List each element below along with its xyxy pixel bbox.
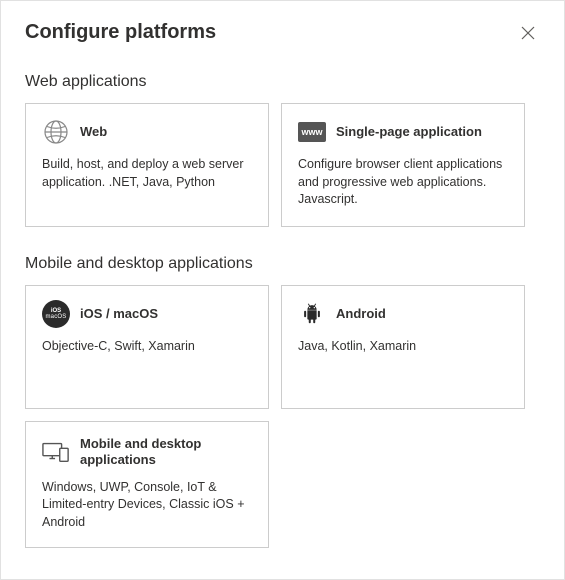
panel-header: Configure platforms — [25, 21, 540, 45]
card-title: Android — [336, 306, 386, 322]
section-mobile-desktop-applications: Mobile and desktop applications iOS macO… — [25, 255, 540, 548]
card-head: Mobile and desktop applications — [42, 436, 252, 469]
devices-icon — [42, 438, 70, 466]
platform-card-spa[interactable]: www Single-page application Configure br… — [281, 103, 525, 227]
card-row: iOS macOS iOS / macOS Objective-C, Swift… — [25, 285, 540, 409]
android-icon — [298, 300, 326, 328]
platform-card-mobile-desktop[interactable]: Mobile and desktop applications Windows,… — [25, 421, 269, 548]
card-row: Mobile and desktop applications Windows,… — [25, 421, 540, 548]
card-title: iOS / macOS — [80, 306, 158, 322]
platform-card-android[interactable]: Android Java, Kotlin, Xamarin — [281, 285, 525, 409]
platform-card-web[interactable]: Web Build, host, and deploy a web server… — [25, 103, 269, 227]
card-description: Build, host, and deploy a web server app… — [42, 156, 252, 191]
close-button[interactable] — [516, 21, 540, 45]
card-description: Java, Kotlin, Xamarin — [298, 338, 508, 356]
card-head: iOS macOS iOS / macOS — [42, 300, 252, 328]
globe-icon — [42, 118, 70, 146]
section-web-applications: Web applications Web Build, host, and de… — [25, 73, 540, 227]
card-title: Mobile and desktop applications — [80, 436, 252, 469]
platform-card-ios-macos[interactable]: iOS macOS iOS / macOS Objective-C, Swift… — [25, 285, 269, 409]
card-description: Objective-C, Swift, Xamarin — [42, 338, 252, 356]
panel-title: Configure platforms — [25, 21, 216, 44]
card-description: Configure browser client applications an… — [298, 156, 508, 209]
card-title: Single-page application — [336, 124, 482, 140]
card-head: Web — [42, 118, 252, 146]
apple-ios-macos-icon: iOS macOS — [42, 300, 70, 328]
card-head: www Single-page application — [298, 118, 508, 146]
close-icon — [521, 26, 535, 40]
card-title: Web — [80, 124, 107, 140]
www-browser-icon: www — [298, 118, 326, 146]
card-head: Android — [298, 300, 508, 328]
card-description: Windows, UWP, Console, IoT & Limited-ent… — [42, 479, 252, 532]
section-heading: Mobile and desktop applications — [25, 255, 540, 273]
card-row: Web Build, host, and deploy a web server… — [25, 103, 540, 227]
section-heading: Web applications — [25, 73, 540, 91]
